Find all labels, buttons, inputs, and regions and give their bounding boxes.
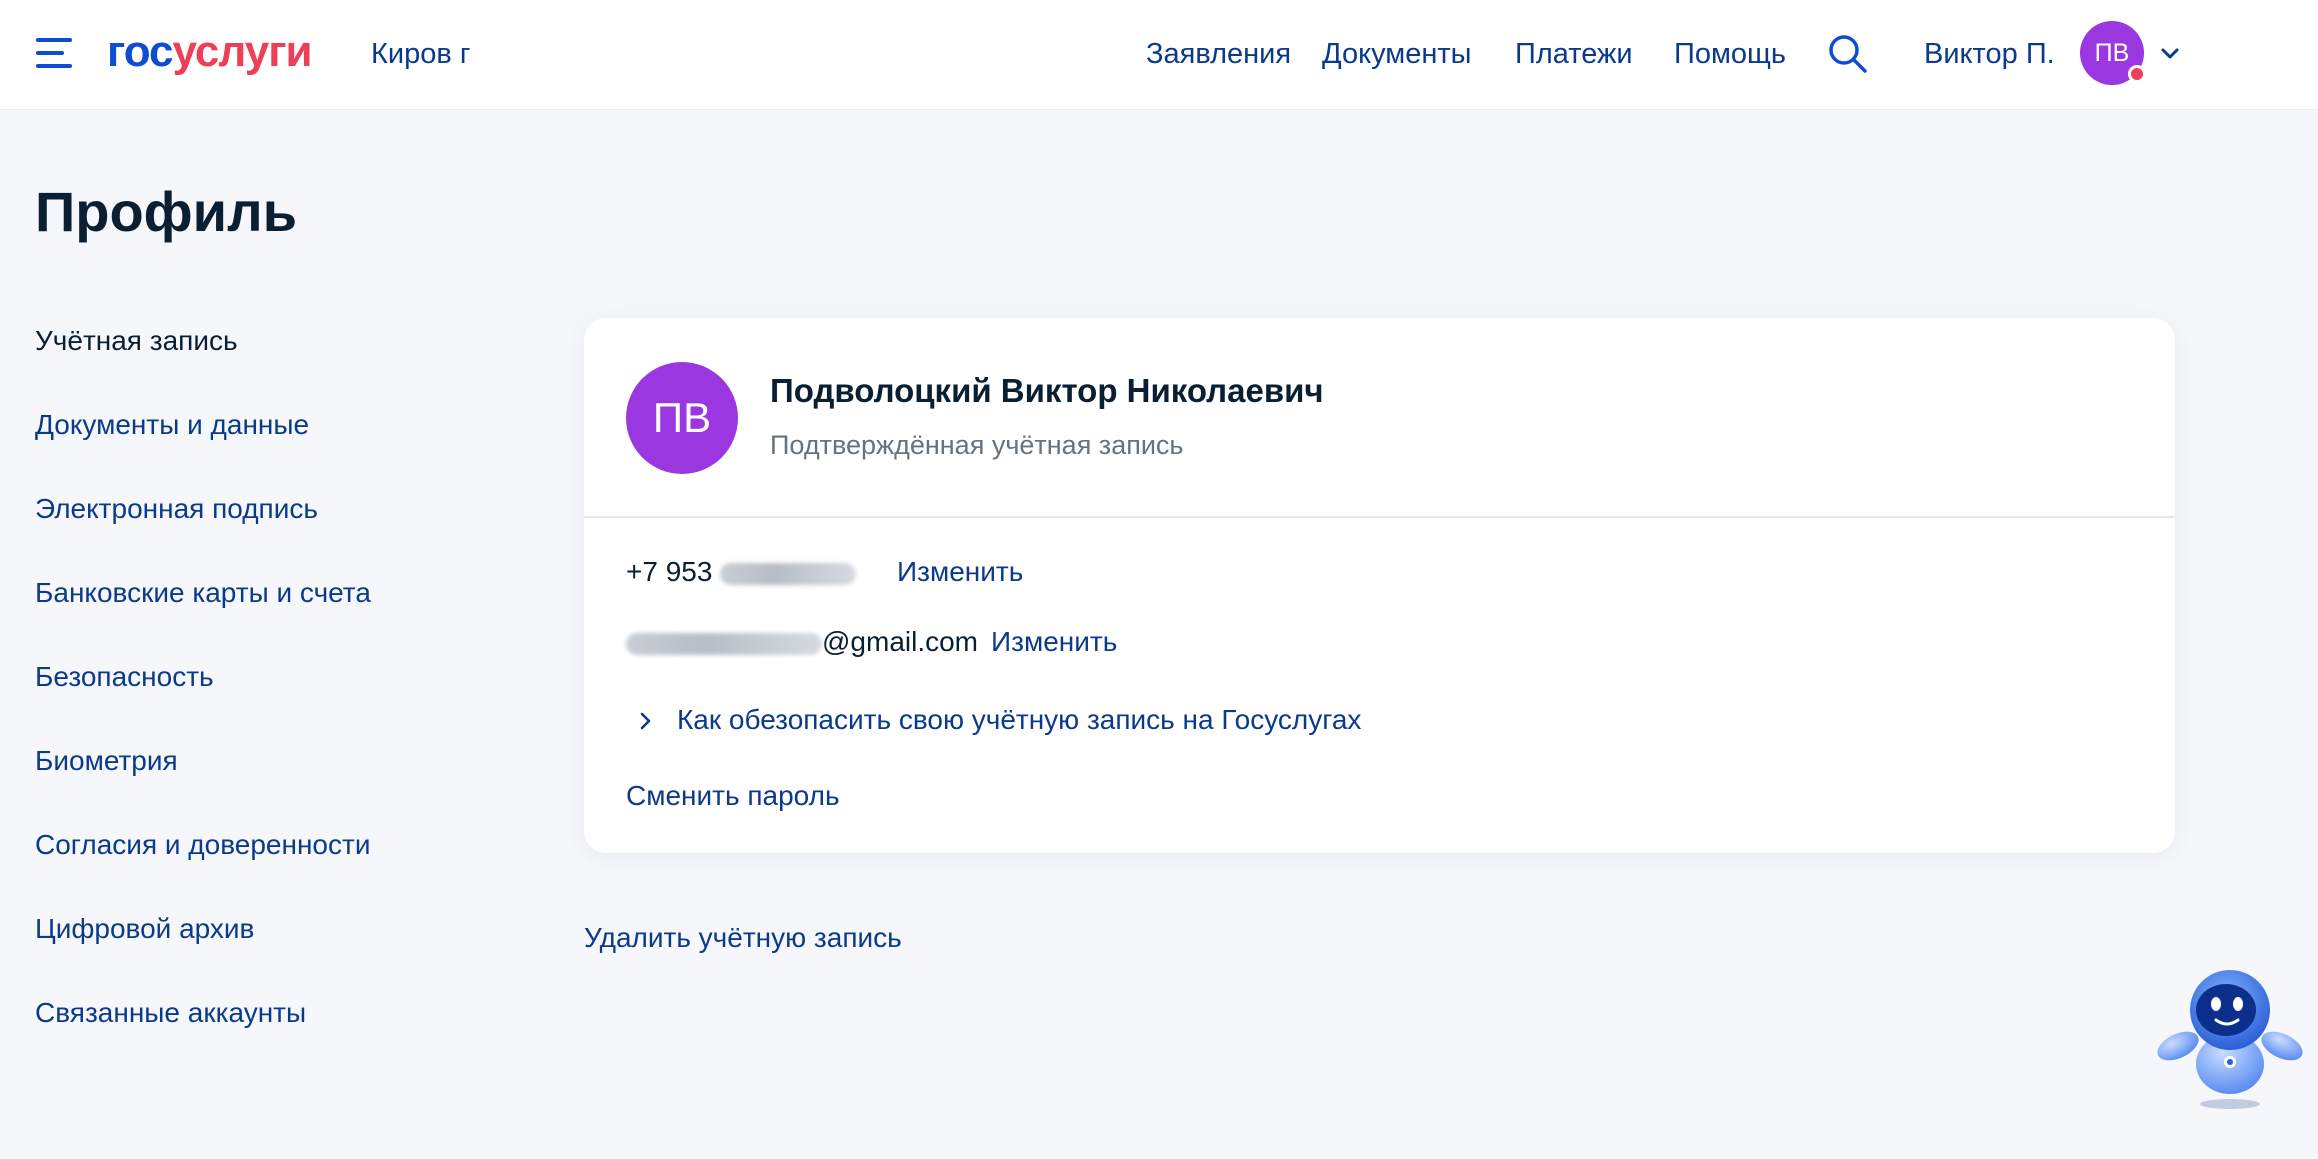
nav-applications[interactable]: Заявления bbox=[1146, 36, 1291, 72]
phone-value: +7 953 bbox=[626, 554, 857, 590]
sidebar-item-consents[interactable]: Согласия и доверенности bbox=[35, 827, 370, 863]
sidebar-item-bank-cards[interactable]: Банковские карты и счета bbox=[35, 575, 371, 611]
chevron-right-icon[interactable] bbox=[634, 710, 656, 732]
delete-account-link[interactable]: Удалить учётную запись bbox=[584, 920, 902, 956]
card-divider bbox=[584, 516, 2175, 518]
logo-part-uslugi: услуги bbox=[172, 27, 313, 76]
account-status: Подтверждённая учётная запись bbox=[770, 430, 1184, 460]
change-email-link[interactable]: Изменить bbox=[991, 624, 1117, 660]
search-icon[interactable] bbox=[1826, 32, 1870, 76]
profile-avatar: ПВ bbox=[626, 362, 738, 474]
gosuslugi-logo[interactable]: госуслуги bbox=[107, 24, 313, 80]
sidebar-item-account[interactable]: Учётная запись bbox=[35, 323, 238, 359]
account-card: ПВ Подволоцкий Виктор Николаевич Подтвер… bbox=[584, 318, 2175, 853]
secure-account-link[interactable]: Как обезопасить свою учётную запись на Г… bbox=[677, 702, 1361, 738]
nav-documents[interactable]: Документы bbox=[1322, 36, 1472, 72]
nav-help[interactable]: Помощь bbox=[1674, 36, 1786, 72]
top-header: госуслуги Киров г Заявления Документы Пл… bbox=[0, 0, 2318, 110]
city-selector[interactable]: Киров г bbox=[371, 36, 470, 72]
sidebar-item-digital-archive[interactable]: Цифровой архив bbox=[35, 911, 254, 947]
sidebar-item-linked-accounts[interactable]: Связанные аккаунты bbox=[35, 995, 306, 1031]
email-value: @gmail.com bbox=[626, 624, 978, 660]
user-name-link[interactable]: Виктор П. bbox=[1924, 36, 2055, 72]
phone-prefix: +7 953 bbox=[626, 556, 713, 587]
sidebar-item-documents[interactable]: Документы и данные bbox=[35, 407, 309, 443]
sidebar-item-biometrics[interactable]: Биометрия bbox=[35, 743, 178, 779]
change-password-link[interactable]: Сменить пароль bbox=[626, 778, 840, 814]
notification-dot bbox=[2128, 65, 2146, 83]
chevron-down-icon[interactable] bbox=[2156, 40, 2184, 68]
full-name: Подволоцкий Виктор Николаевич bbox=[770, 372, 1324, 409]
logo-part-gos: гос bbox=[107, 27, 174, 76]
assistant-robot-icon[interactable] bbox=[2156, 964, 2304, 1114]
page-title: Профиль bbox=[35, 180, 298, 243]
sidebar-item-signature[interactable]: Электронная подпись bbox=[35, 491, 318, 527]
email-suffix: @gmail.com bbox=[822, 626, 979, 657]
phone-redacted bbox=[720, 562, 857, 585]
menu-icon[interactable] bbox=[36, 38, 74, 68]
nav-payments[interactable]: Платежи bbox=[1515, 36, 1633, 72]
email-redacted bbox=[626, 632, 822, 655]
sidebar-item-security[interactable]: Безопасность bbox=[35, 659, 214, 695]
change-phone-link[interactable]: Изменить bbox=[897, 554, 1023, 590]
